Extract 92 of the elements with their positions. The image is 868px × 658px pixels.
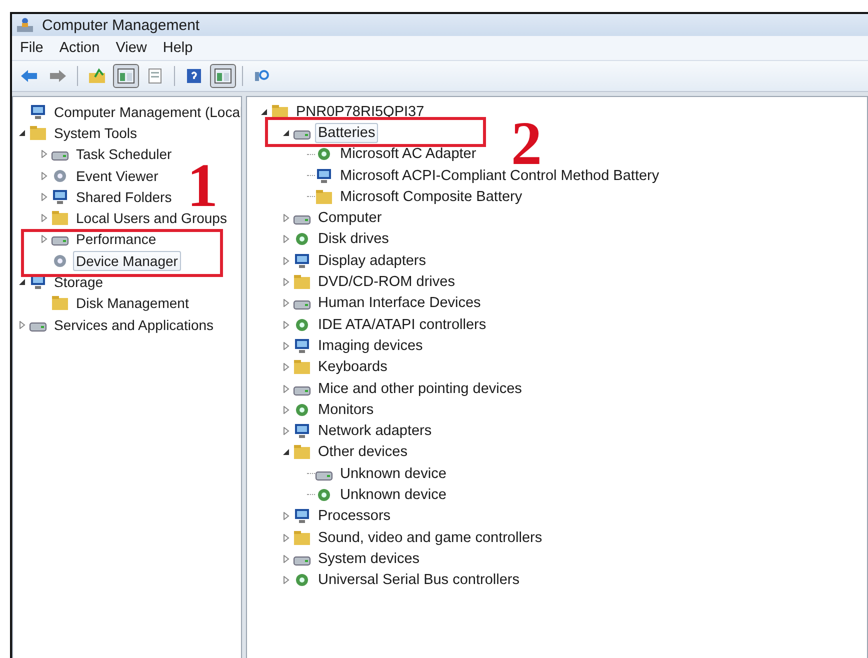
tree-item[interactable]: Computer bbox=[315, 208, 385, 228]
folder-icon bbox=[315, 188, 333, 205]
collapse-arrow-icon[interactable] bbox=[282, 448, 290, 456]
annotation-number: 1 bbox=[187, 162, 218, 209]
expand-arrow-icon[interactable] bbox=[40, 192, 48, 201]
expand-arrow-icon[interactable] bbox=[40, 172, 48, 180]
expand-arrow-icon[interactable] bbox=[282, 278, 290, 286]
menu-item[interactable]: Action bbox=[53, 38, 106, 58]
folder-icon bbox=[293, 444, 311, 460]
tree-item[interactable]: Monitors bbox=[315, 400, 377, 420]
expand-arrow-icon[interactable] bbox=[40, 214, 48, 222]
monitor-icon bbox=[293, 338, 311, 354]
tree-item[interactable]: Batteries bbox=[315, 122, 378, 143]
expand-arrow-icon[interactable] bbox=[40, 150, 48, 158]
monitor-icon bbox=[293, 423, 311, 440]
tree-item[interactable]: Performance bbox=[73, 229, 160, 250]
help-icon bbox=[184, 67, 204, 85]
expand-arrow-icon[interactable] bbox=[282, 427, 290, 436]
tree-item[interactable]: Microsoft AC Adapter bbox=[337, 144, 480, 164]
action-pane-button[interactable] bbox=[210, 64, 236, 88]
expand-arrow-icon[interactable] bbox=[282, 320, 290, 329]
tree-item[interactable]: Microsoft ACPI-Compliant Control Method Battery bbox=[337, 166, 662, 186]
console-tree-button[interactable] bbox=[113, 64, 139, 88]
tree-item[interactable]: Imaging devices bbox=[315, 336, 426, 356]
tree-item[interactable]: System devices bbox=[315, 548, 423, 569]
tree-item[interactable]: Task Scheduler bbox=[73, 144, 175, 164]
expand-arrow-icon[interactable] bbox=[282, 384, 290, 392]
monitor-icon bbox=[293, 252, 311, 269]
folder-icon bbox=[293, 359, 311, 376]
tree-item[interactable]: Human Interface Devices bbox=[315, 293, 484, 314]
expand-arrow-icon[interactable] bbox=[282, 512, 290, 520]
tree-item[interactable]: Processors bbox=[315, 506, 394, 526]
expand-arrow-icon[interactable] bbox=[282, 299, 290, 308]
folder-icon bbox=[293, 530, 311, 546]
menu-item[interactable]: Help bbox=[156, 38, 199, 58]
folder-icon bbox=[29, 124, 47, 141]
folder-icon bbox=[51, 210, 69, 226]
collapse-arrow-icon[interactable] bbox=[18, 278, 26, 286]
tree-item[interactable]: Display adapters bbox=[315, 250, 429, 271]
expand-arrow-icon[interactable] bbox=[40, 235, 48, 244]
collapse-arrow-icon[interactable] bbox=[18, 128, 26, 137]
tree-item[interactable]: Local Users and Groups bbox=[73, 208, 230, 228]
expand-arrow-icon[interactable] bbox=[282, 214, 290, 222]
expand-arrow-icon[interactable] bbox=[282, 363, 290, 372]
expand-arrow-icon[interactable] bbox=[282, 235, 290, 244]
tree-item[interactable]: Event Viewer bbox=[73, 166, 162, 186]
menu-item[interactable]: File bbox=[14, 38, 50, 58]
tree-item[interactable]: Universal Serial Bus controllers bbox=[315, 570, 522, 590]
tree-item[interactable]: Unknown device bbox=[337, 464, 450, 484]
back-arrow-icon bbox=[19, 67, 39, 85]
folder-icon bbox=[271, 104, 289, 120]
monitor-icon bbox=[315, 168, 333, 184]
tree-item[interactable]: Storage bbox=[51, 272, 106, 292]
tree-item[interactable]: Services and Applications bbox=[51, 314, 217, 335]
window-title: Computer Management bbox=[42, 16, 200, 34]
tree-item[interactable]: Device Manager bbox=[73, 250, 181, 271]
tree-item[interactable]: DVD/CD-ROM drives bbox=[315, 272, 458, 292]
folder-icon bbox=[87, 67, 107, 85]
tree-item[interactable]: Disk drives bbox=[315, 229, 392, 250]
computer-management-icon bbox=[16, 17, 34, 33]
expand-arrow-icon[interactable] bbox=[282, 534, 290, 542]
pane-icon bbox=[116, 67, 136, 85]
tree-item[interactable]: Microsoft Composite Battery bbox=[337, 186, 526, 207]
tree-item[interactable]: Disk Management bbox=[73, 293, 192, 314]
collapse-arrow-icon[interactable] bbox=[260, 108, 268, 116]
expand-arrow-icon[interactable] bbox=[18, 320, 26, 329]
expand-arrow-icon[interactable] bbox=[282, 406, 290, 414]
pane-icon bbox=[213, 67, 233, 85]
tree-item[interactable]: Mice and other pointing devices bbox=[315, 378, 525, 398]
tree-item[interactable]: Computer Management (Local bbox=[51, 102, 241, 122]
tree-item[interactable]: Shared Folders bbox=[73, 186, 175, 207]
monitor-icon bbox=[293, 508, 311, 524]
tree-item[interactable]: PNR0P78RI5QPI37 bbox=[293, 102, 428, 122]
tree-item[interactable]: Network adapters bbox=[315, 421, 435, 442]
menu-item[interactable]: View bbox=[110, 38, 153, 58]
annotation-number: 2 bbox=[511, 120, 542, 167]
tree-item[interactable]: Other devices bbox=[315, 442, 410, 462]
tree-item[interactable]: IDE ATA/ATAPI controllers bbox=[315, 314, 490, 335]
collapse-arrow-icon[interactable] bbox=[282, 128, 290, 137]
tree-item[interactable]: System Tools bbox=[51, 122, 140, 143]
forward-arrow-icon bbox=[48, 67, 68, 85]
monitor-icon bbox=[29, 104, 47, 120]
folder-icon bbox=[51, 295, 69, 312]
tree-item[interactable]: Unknown device bbox=[337, 484, 450, 505]
expand-arrow-icon[interactable] bbox=[282, 554, 290, 563]
tree-item[interactable]: Keyboards bbox=[315, 357, 390, 378]
expand-arrow-icon[interactable] bbox=[282, 342, 290, 350]
tree-item[interactable]: Sound, video and game controllers bbox=[315, 528, 546, 548]
expand-arrow-icon[interactable] bbox=[282, 576, 290, 584]
monitor-icon bbox=[51, 188, 69, 205]
folder-icon bbox=[293, 274, 311, 290]
expand-arrow-icon[interactable] bbox=[282, 256, 290, 265]
